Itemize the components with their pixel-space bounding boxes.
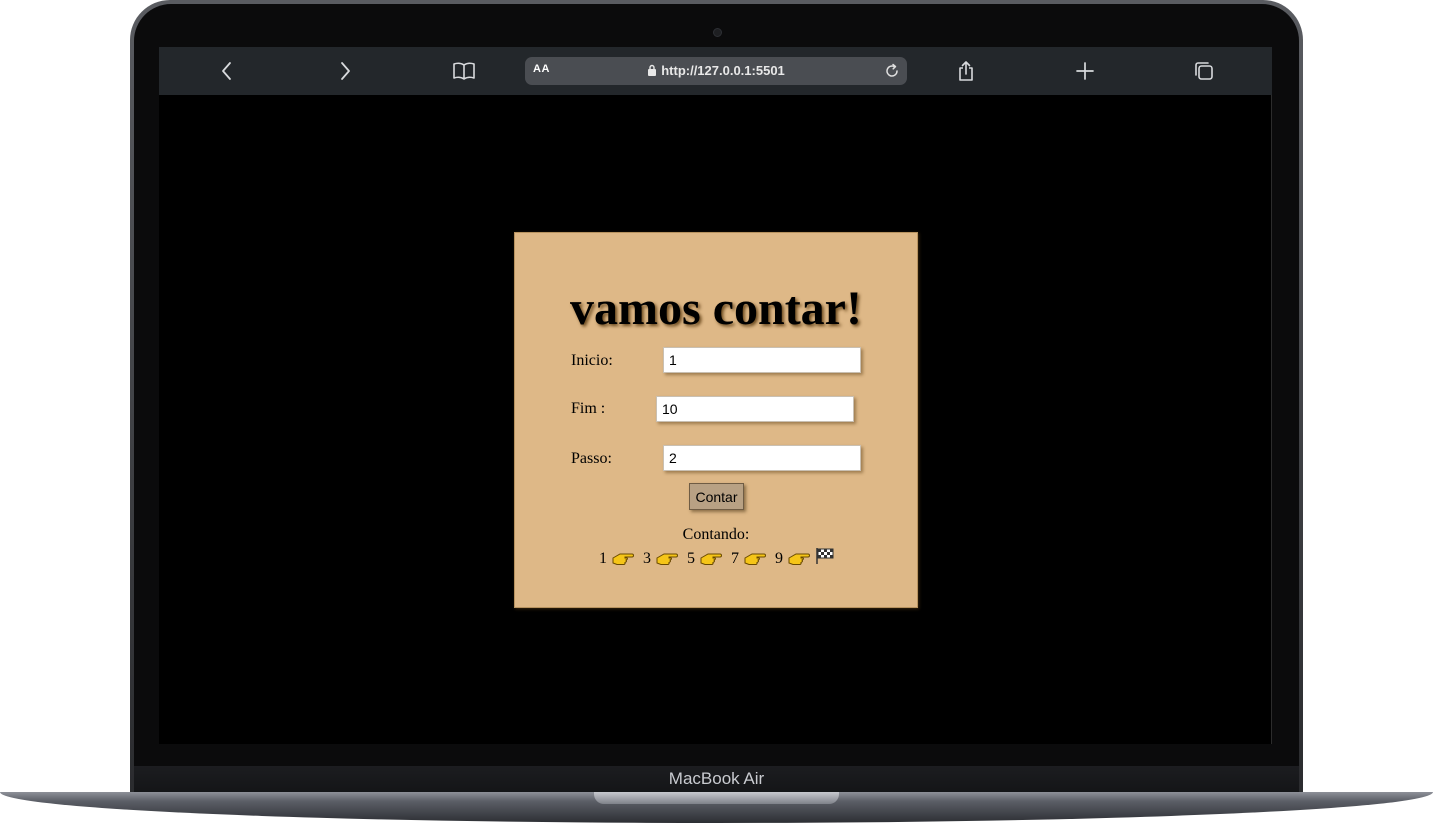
plus-icon bbox=[1076, 62, 1094, 80]
result-area: Contando: 1 3 5 7 9 bbox=[515, 523, 917, 571]
counter-card: vamos contar! Inicio: Fim : Passo: Conta… bbox=[514, 232, 918, 608]
url-label: http://127.0.0.1:5501 bbox=[661, 63, 785, 78]
passo-input[interactable] bbox=[663, 445, 861, 471]
share-button[interactable] bbox=[952, 59, 980, 83]
screen-edge bbox=[1271, 95, 1272, 744]
count-number: 7 bbox=[731, 550, 739, 567]
count-number: 5 bbox=[687, 550, 695, 567]
back-button[interactable] bbox=[213, 59, 241, 83]
count-number: 3 bbox=[643, 550, 651, 567]
pointing-hand-icon bbox=[700, 553, 722, 565]
laptop-chin: MacBook Air bbox=[134, 766, 1299, 793]
camera-icon bbox=[713, 28, 722, 37]
result-heading: Contando: bbox=[682, 526, 750, 543]
tabs-overview-button[interactable] bbox=[1190, 59, 1218, 83]
share-icon bbox=[959, 61, 973, 81]
bookmarks-button[interactable] bbox=[450, 59, 478, 83]
lock-icon bbox=[648, 64, 657, 76]
pointing-hand-icon bbox=[656, 553, 678, 565]
book-icon bbox=[453, 62, 475, 80]
contar-button[interactable]: Contar bbox=[689, 483, 744, 510]
chevron-right-icon bbox=[341, 62, 350, 80]
fim-label: Fim : bbox=[571, 400, 606, 417]
passo-label: Passo: bbox=[571, 450, 612, 467]
count-number: 1 bbox=[599, 550, 607, 567]
reload-icon[interactable] bbox=[883, 62, 901, 80]
laptop-mockup: AA http://127.0.0.1:5501 vamos contar! I… bbox=[0, 0, 1433, 823]
new-tab-button[interactable] bbox=[1071, 59, 1099, 83]
count-number: 9 bbox=[775, 550, 783, 567]
forward-button[interactable] bbox=[331, 59, 359, 83]
laptop-notch bbox=[594, 792, 839, 804]
pointing-hand-icon bbox=[744, 553, 766, 565]
pointing-hand-icon bbox=[788, 553, 810, 565]
inicio-input[interactable] bbox=[663, 347, 861, 373]
browser-window: AA http://127.0.0.1:5501 vamos contar! I… bbox=[159, 47, 1272, 744]
inicio-label: Inicio: bbox=[571, 352, 613, 369]
tabs-icon bbox=[1195, 62, 1213, 80]
address-bar[interactable]: AA http://127.0.0.1:5501 bbox=[525, 57, 907, 85]
page-title: vamos contar! bbox=[570, 282, 862, 335]
pointing-hand-icon bbox=[612, 553, 634, 565]
browser-toolbar: AA http://127.0.0.1:5501 bbox=[159, 47, 1272, 95]
fim-input[interactable] bbox=[656, 396, 854, 422]
count-sequence: 1 3 5 7 9 bbox=[515, 547, 917, 571]
chevron-left-icon bbox=[222, 62, 231, 80]
model-label: MacBook Air bbox=[668, 769, 765, 788]
checkered-flag-icon bbox=[816, 548, 834, 564]
url-text[interactable]: http://127.0.0.1:5501 bbox=[525, 63, 907, 78]
